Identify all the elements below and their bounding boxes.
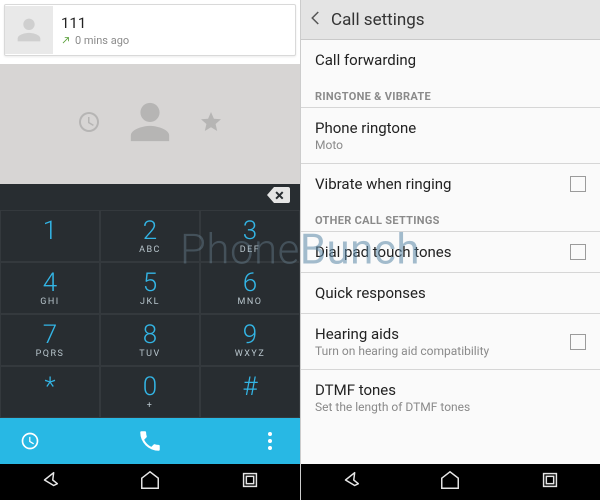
row-dtmf-tones[interactable]: DTMF tones Set the length of DTMF tones [301,370,600,425]
star-icon [199,110,223,138]
recents-nav-icon[interactable] [239,469,261,495]
key-8[interactable]: 8TUV [100,314,200,366]
history-button[interactable] [0,418,60,464]
section-ringtone: RINGTONE & VIBRATE [301,80,600,107]
clock-icon [77,110,101,138]
settings-screen: Call settings Call forwarding RINGTONE &… [300,0,600,500]
row-phone-ringtone[interactable]: Phone ringtone Moto [301,108,600,163]
recents-nav-icon[interactable] [539,469,561,495]
call-button[interactable] [60,418,240,464]
home-nav-icon[interactable] [439,469,461,495]
recent-number: 111 [61,14,129,32]
key-6[interactable]: 6MNO [200,262,300,314]
back-icon[interactable] [307,9,325,31]
key-*[interactable]: * [0,366,100,418]
settings-list: Call forwarding RINGTONE & VIBRATE Phone… [301,40,600,464]
dialpad: 12ABC3DEF 4GHI5JKL6MNO 7PQRS8TUV9WXYZ *0+# [0,184,300,418]
dialer-screen: 111 0 mins ago 12ABC3DEF 4GHI5JKL6MNO 7PQR… [0,0,300,500]
recent-call-card[interactable]: 111 0 mins ago [4,4,296,56]
favorites-backdrop [0,64,300,184]
key-#[interactable]: # [200,366,300,418]
recent-time: 0 mins ago [75,34,129,47]
key-9[interactable]: 9WXYZ [200,314,300,366]
header-title: Call settings [331,10,425,30]
key-7[interactable]: 7PQRS [0,314,100,366]
key-5[interactable]: 5JKL [100,262,200,314]
home-nav-icon[interactable] [139,469,161,495]
checkbox[interactable] [570,334,586,350]
row-quick-responses[interactable]: Quick responses [301,273,600,313]
row-touch-tones[interactable]: Dial pad touch tones [301,232,600,272]
key-2[interactable]: 2ABC [100,210,200,262]
avatar-icon [5,6,53,54]
call-bar [0,418,300,464]
checkbox[interactable] [570,176,586,192]
key-1[interactable]: 1 [0,210,100,262]
back-nav-icon[interactable] [340,469,362,495]
nav-bar [0,464,300,500]
outgoing-call-icon [61,35,71,45]
key-4[interactable]: 4GHI [0,262,100,314]
row-vibrate[interactable]: Vibrate when ringing [301,164,600,204]
key-0[interactable]: 0+ [100,366,200,418]
checkbox[interactable] [570,244,586,260]
backspace-icon[interactable] [266,187,290,207]
section-other: OTHER CALL SETTINGS [301,204,600,231]
row-hearing-aids[interactable]: Hearing aids Turn on hearing aid compati… [301,314,600,369]
header: Call settings [301,0,600,40]
key-3[interactable]: 3DEF [200,210,300,262]
back-nav-icon[interactable] [39,469,61,495]
overflow-button[interactable] [240,418,300,464]
row-call-forwarding[interactable]: Call forwarding [301,40,600,80]
person-icon [127,99,173,149]
nav-bar [301,464,600,500]
